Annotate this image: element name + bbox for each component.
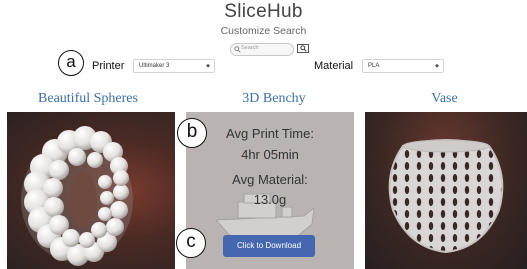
material-label: Material: [314, 60, 354, 72]
printer-select-value: Ultimaker 3: [139, 63, 170, 69]
card-title-spheres[interactable]: Beautiful Spheres: [0, 91, 176, 107]
spheres-model-image: [21, 126, 133, 266]
card-title-vase[interactable]: Vase: [362, 91, 527, 107]
model-card-spheres[interactable]: [7, 112, 175, 269]
material-select[interactable]: PLA ◆: [362, 59, 444, 73]
search-icon: [234, 46, 241, 53]
printer-label: Printer: [92, 60, 125, 72]
search-placeholder: Search: [241, 45, 259, 51]
avg-material-value: 13.0g: [253, 192, 287, 207]
search-bar: Search: [230, 43, 310, 57]
search-icon: [300, 45, 307, 52]
vase-model-image: [388, 139, 504, 254]
chevron-down-icon: ◆: [206, 63, 210, 69]
annotation-b: b: [177, 118, 207, 148]
card-title-benchy[interactable]: 3D Benchy: [186, 91, 362, 107]
printer-select[interactable]: Ultimaker 3 ◆: [133, 59, 215, 73]
annotation-c: c: [176, 228, 206, 258]
page-subtitle: Customize Search: [220, 25, 307, 37]
avg-material-label: Avg Material:: [232, 172, 308, 187]
download-button[interactable]: Click to Download: [223, 235, 315, 257]
annotation-a: a: [58, 50, 84, 76]
avg-print-time-label: Avg Print Time:: [226, 126, 314, 141]
search-input[interactable]: Search: [230, 43, 294, 56]
model-card-vase[interactable]: [365, 112, 527, 269]
search-button[interactable]: [297, 44, 309, 53]
chevron-down-icon: ◆: [435, 63, 439, 69]
avg-print-time-value: 4hr 05min: [241, 147, 299, 162]
material-select-value: PLA: [368, 63, 380, 69]
site-brand: SliceHub: [224, 1, 303, 22]
